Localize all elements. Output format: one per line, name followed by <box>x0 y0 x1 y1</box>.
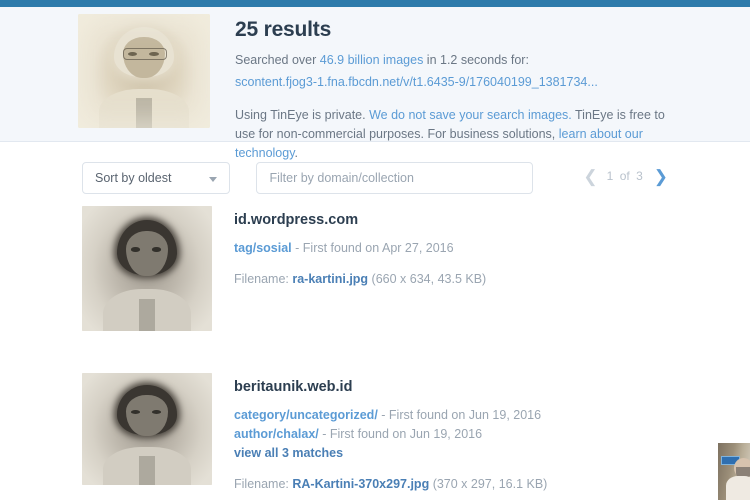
result-item: beritaunik.web.id category/uncategorized… <box>82 373 750 493</box>
searched-line: Searched over 46.9 billion images in 1.2… <box>235 51 750 70</box>
result-match-path[interactable]: tag/sosial <box>234 241 292 255</box>
search-summary-text: 25 results Searched over 46.9 billion im… <box>210 14 750 163</box>
results-list: id.wordpress.com tag/sosial - First foun… <box>0 194 750 493</box>
result-filename-line: Filename: ra-kartini.jpg (660 x 634, 43.… <box>234 271 486 288</box>
sort-dropdown[interactable]: Sort by oldest <box>82 162 230 194</box>
chevron-right-icon[interactable]: ❯ <box>654 167 668 186</box>
result-details: id.wordpress.com tag/sosial - First foun… <box>212 206 486 331</box>
result-match-found: - First found on Jun 19, 2016 <box>318 427 483 441</box>
result-domain[interactable]: id.wordpress.com <box>234 212 486 228</box>
chevron-left-icon[interactable]: ❮ <box>583 167 597 186</box>
result-match-line: tag/sosial - First found on Apr 27, 2016 <box>234 240 486 257</box>
query-image-thumbnail[interactable] <box>78 14 210 128</box>
result-filename[interactable]: ra-kartini.jpg <box>292 272 368 286</box>
portrait-artwork <box>82 206 212 331</box>
result-thumbnail[interactable] <box>82 206 212 331</box>
searched-image-count-link[interactable]: 46.9 billion images <box>320 53 424 67</box>
result-match-line: category/uncategorized/ - First found on… <box>234 407 547 424</box>
overlay-person-body <box>726 476 750 500</box>
search-summary-header: 25 results Searched over 46.9 billion im… <box>0 7 750 160</box>
sort-dropdown-label: Sort by oldest <box>95 171 172 185</box>
results-controls-bar: Sort by oldest ❮ 1 of 3 ❯ <box>0 142 750 194</box>
searched-suffix: in 1.2 seconds for: <box>423 53 529 67</box>
chevron-down-icon <box>209 177 217 182</box>
result-match-path[interactable]: category/uncategorized/ <box>234 408 378 422</box>
result-match-path[interactable]: author/chalax/ <box>234 427 319 441</box>
result-item: id.wordpress.com tag/sosial - First foun… <box>82 206 750 331</box>
portrait-artwork <box>78 14 210 128</box>
filename-label: Filename: <box>234 477 293 491</box>
result-thumbnail[interactable] <box>82 373 212 485</box>
result-filename[interactable]: RA-Kartini-370x297.jpg <box>292 477 429 491</box>
portrait-artwork <box>82 373 212 485</box>
total-pages: 3 <box>636 169 643 183</box>
current-page: 1 <box>606 169 614 183</box>
result-match-found: - First found on Apr 27, 2016 <box>291 241 454 255</box>
searched-prefix: Searched over <box>235 53 320 67</box>
pagination-of-label: of <box>619 169 630 183</box>
privacy-policy-link[interactable]: We do not save your search images. <box>369 108 572 122</box>
result-filename-line: Filename: RA-Kartini-370x297.jpg (370 x … <box>234 476 547 493</box>
top-accent-bar <box>0 0 750 7</box>
result-file-meta: (370 x 297, 16.1 KB) <box>429 477 548 491</box>
pagination: ❮ 1 of 3 ❯ <box>583 168 668 185</box>
result-match-found: - First found on Jun 19, 2016 <box>377 408 542 422</box>
result-match-line: author/chalax/ - First found on Jun 19, … <box>234 426 547 443</box>
result-file-meta: (660 x 634, 43.5 KB) <box>368 272 487 286</box>
view-all-matches-link[interactable]: view all 3 matches <box>234 445 547 462</box>
webcam-video-overlay[interactable] <box>716 443 750 500</box>
privacy-text-1: Using TinEye is private. <box>235 108 370 122</box>
filter-input[interactable] <box>256 162 534 194</box>
result-details: beritaunik.web.id category/uncategorized… <box>212 373 547 493</box>
query-url-link[interactable]: scontent.fjog3-1.fna.fbcdn.net/v/t1.6435… <box>235 73 750 92</box>
results-count: 25 results <box>235 18 332 41</box>
result-domain[interactable]: beritaunik.web.id <box>234 379 547 395</box>
filename-label: Filename: <box>234 272 293 286</box>
